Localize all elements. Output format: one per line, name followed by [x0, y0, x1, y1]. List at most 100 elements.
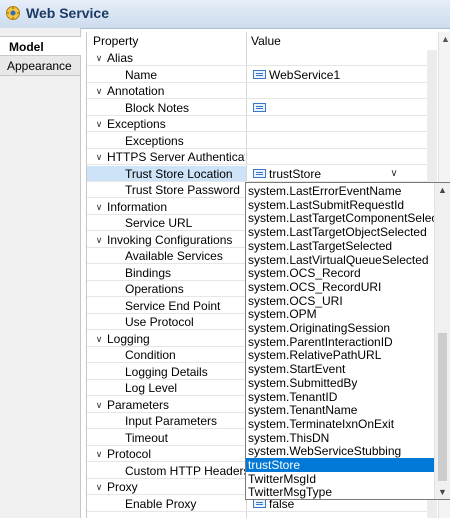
dropdown-option[interactable]: system.WebServiceStubbing	[246, 444, 434, 458]
collapse-chevron-icon[interactable]: ∨	[93, 116, 105, 132]
property-value-cell[interactable]	[247, 100, 427, 115]
dropdown-scrollbar[interactable]: ▲ ▼	[434, 183, 450, 499]
property-group-row[interactable]: ∨ Annotation	[87, 83, 427, 99]
property-name-label: Enable Proxy	[125, 496, 197, 511]
property-value	[253, 100, 269, 116]
dropdown-option[interactable]: system.OPM	[246, 307, 434, 321]
dropdown-option[interactable]: trustStore	[246, 458, 434, 472]
collapse-chevron-icon[interactable]: ∨	[93, 149, 105, 165]
property-name-cell[interactable]: Name	[87, 67, 246, 82]
property-name-label: Condition	[125, 348, 176, 362]
property-row[interactable]: Name WebService1	[87, 67, 427, 83]
column-header-property[interactable]: Property	[93, 32, 138, 50]
dropdown-option[interactable]: TwitterMsgType	[246, 485, 434, 499]
property-name-label: Service End Point	[125, 298, 221, 313]
property-name-label: Available Services	[125, 249, 223, 263]
dropdown-option[interactable]: system.ParentInteractionID	[246, 335, 434, 349]
dropdown-option[interactable]: system.LastVirtualQueueSelected	[246, 253, 434, 267]
property-value-cell[interactable]	[247, 133, 427, 148]
dropdown-option[interactable]: system.OCS_Record	[246, 266, 434, 280]
dropdown-option[interactable]: system.RelativePathURL	[246, 348, 434, 362]
collapse-chevron-icon[interactable]: ∨	[93, 446, 105, 462]
dropdown-option[interactable]: system.TerminateIxnOnExit	[246, 417, 434, 431]
property-name-cell[interactable]: Logging Details	[87, 364, 246, 379]
property-group-row[interactable]: ∨ Exceptions	[87, 116, 427, 132]
property-name-cell[interactable]: Input Parameters	[87, 413, 246, 428]
dropdown-option[interactable]: system.ThisDN	[246, 431, 434, 445]
property-name-label: Trust Store Location	[125, 166, 233, 181]
property-group-label: Alias	[107, 51, 134, 65]
property-group-label: Annotation	[107, 84, 165, 98]
dropdown-scroll-down-icon[interactable]: ▼	[435, 487, 450, 497]
property-name-cell[interactable]: Custom HTTP Headers	[87, 463, 246, 478]
property-name-cell[interactable]: Available Services	[87, 248, 246, 263]
dropdown-option[interactable]: system.TenantName	[246, 403, 434, 417]
dropdown-scroll-thumb[interactable]	[438, 333, 447, 481]
dropdown-option[interactable]: system.TenantID	[246, 390, 434, 404]
property-name-label: Log Level	[125, 381, 178, 395]
property-name-label: Name	[125, 67, 158, 82]
property-name-label: Exceptions	[125, 133, 184, 148]
collapse-chevron-icon[interactable]: ∨	[93, 50, 105, 66]
property-group-label: Invoking Configurations	[107, 232, 233, 247]
column-header-value[interactable]: Value	[251, 32, 281, 50]
property-name-label: Input Parameters	[125, 414, 218, 428]
property-name-cell[interactable]: Exceptions	[87, 133, 246, 148]
collapse-chevron-icon[interactable]: ∨	[93, 397, 105, 413]
property-name-cell[interactable]: Operations	[87, 281, 246, 296]
property-group-label: Proxy	[107, 480, 138, 494]
property-name-label: Trust Store Password	[125, 183, 240, 197]
property-name-label: Use Protocol	[125, 315, 194, 329]
property-name-cell[interactable]: Log Level	[87, 380, 246, 395]
collapse-chevron-icon[interactable]: ∨	[93, 83, 105, 99]
collapse-chevron-icon[interactable]: ∨	[93, 479, 105, 495]
dropdown-option[interactable]: system.SubmittedBy	[246, 376, 434, 390]
property-name-label: Operations	[125, 282, 184, 296]
dropdown-option[interactable]: system.OriginatingSession	[246, 321, 434, 335]
property-name-label: Bindings	[125, 265, 172, 280]
property-name-cell[interactable]: Timeout	[87, 430, 246, 445]
property-group-label: Exceptions	[107, 117, 166, 131]
tab-model[interactable]: Model	[0, 36, 81, 56]
collapse-chevron-icon[interactable]: ∨	[93, 232, 105, 248]
dropdown-option[interactable]: system.OCS_RecordURI	[246, 280, 434, 294]
property-value-cell[interactable]: trustStore ∨	[247, 165, 427, 182]
dropdown-chevron-icon[interactable]: ∨	[387, 166, 401, 182]
collapse-chevron-icon[interactable]: ∨	[93, 199, 105, 215]
property-name-cell[interactable]: Bindings	[87, 265, 246, 280]
property-value-text: trustStore	[269, 166, 322, 181]
dropdown-option[interactable]: system.OCS_URI	[246, 294, 434, 308]
property-name-cell[interactable]: Trust Store Password	[87, 182, 246, 197]
scroll-up-arrow-icon[interactable]: ▲	[439, 34, 450, 44]
property-group-label: Parameters	[107, 397, 170, 412]
property-name-cell[interactable]: Service URL	[87, 215, 246, 230]
property-group-row[interactable]: ∨HTTPS Server Authentication	[87, 149, 427, 165]
property-group-label: Information	[107, 199, 168, 214]
dropdown-option[interactable]: system.LastTargetComponentSelected	[246, 211, 434, 225]
property-name-cell[interactable]: Condition	[87, 347, 246, 362]
property-name-cell[interactable]: Use Protocol	[87, 314, 246, 329]
property-group-row[interactable]: ∨ Alias	[87, 50, 427, 66]
property-value-cell[interactable]: WebService1	[247, 67, 427, 82]
property-row[interactable]: Exceptions	[87, 133, 427, 149]
dropdown-option[interactable]: TwitterMsgId	[246, 472, 434, 486]
property-name-cell[interactable]: Trust Store Location	[87, 165, 246, 181]
property-name-cell[interactable]: Block Notes	[87, 100, 246, 115]
property-name-cell[interactable]: Enable Proxy	[87, 496, 246, 511]
property-name-label: Logging Details	[125, 364, 208, 379]
dropdown-option[interactable]: system.LastTargetObjectSelected	[246, 225, 434, 239]
dropdown-option[interactable]: system.LastErrorEventName	[246, 184, 434, 198]
property-name-label: Custom HTTP Headers	[125, 463, 245, 478]
dropdown-option[interactable]: system.StartEvent	[246, 362, 434, 376]
property-name-cell[interactable]: Service End Point	[87, 298, 246, 313]
property-row[interactable]: Block Notes	[87, 100, 427, 116]
value-dropdown-list[interactable]: system.LastErrorEventName system.LastSubm…	[245, 182, 450, 500]
value-list-icon	[253, 69, 266, 79]
dropdown-option[interactable]: system.LastTargetSelected	[246, 239, 434, 253]
property-row[interactable]: Trust Store Location trustStore ∨	[87, 165, 427, 182]
property-value-text: WebService1	[269, 67, 341, 82]
tab-appearance[interactable]: Appearance	[0, 56, 80, 76]
dropdown-option[interactable]: system.LastSubmitRequestId	[246, 198, 434, 212]
dropdown-scroll-up-icon[interactable]: ▲	[435, 185, 450, 195]
collapse-chevron-icon[interactable]: ∨	[93, 331, 105, 347]
